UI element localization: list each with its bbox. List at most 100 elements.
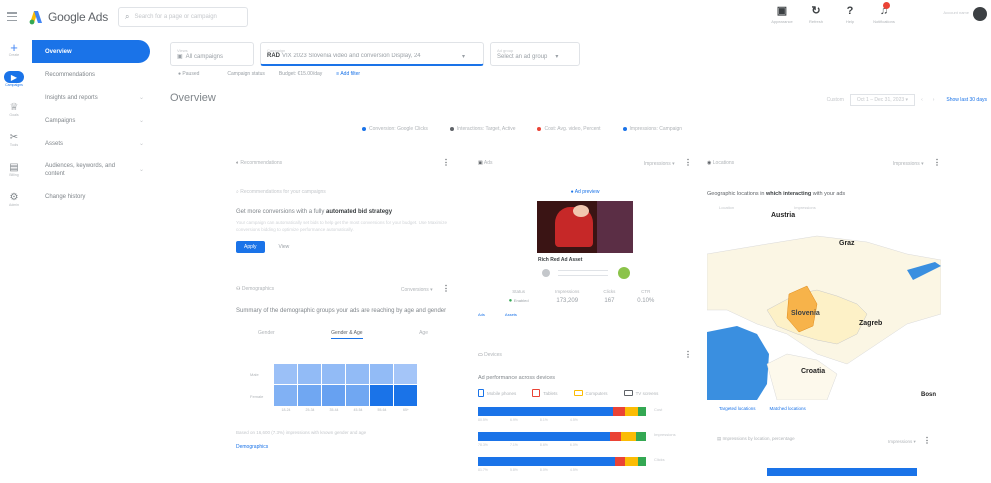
avatar[interactable] [973,7,987,21]
campaign-prefix: RAD [267,53,280,59]
legend-label: Mobile phones [487,390,517,396]
more-options-icon[interactable]: ⋮ [684,158,692,167]
rail-create[interactable]: + Create [0,36,28,62]
device-bar[interactable] [478,457,646,466]
demo-metric-dropdown[interactable]: Conversions ▾ ⋮ [401,284,450,293]
more-options-icon[interactable]: ⋮ [923,436,931,445]
prev-period-icon[interactable]: ‹ [921,97,923,103]
metric-chip[interactable]: Interactions: Target, Active [449,126,515,132]
status-filter[interactable]: Campaign status [227,71,265,77]
view-selector[interactable]: Views ▣ All campaigns [170,42,254,66]
targeted-locations-link[interactable]: Targeted locations [719,406,756,411]
device-bar-label: 6.9% [509,418,518,422]
search-input[interactable]: ⌕ Search for a page or campaign [118,7,248,27]
heatmap-cell[interactable] [394,385,417,406]
heatmap-cell[interactable] [274,364,297,384]
notifications-button[interactable]: ♫ Notifications [867,2,901,24]
heatmap-x-label: 25-34 [305,408,315,412]
nav-change-history[interactable]: Change history [32,185,150,208]
rail-admin[interactable]: ⚙ Admin [0,186,28,212]
appearance-label: Appearance [771,19,793,24]
device-header: Devices [484,351,502,358]
device-bar-note: Clicks [654,457,665,462]
show-last-period-link[interactable]: Show last 30 days [946,97,987,103]
refresh-button[interactable]: ↻ Refresh [799,4,833,24]
apply-button[interactable]: Apply [236,241,265,253]
menu-icon[interactable] [7,12,17,21]
heatmap-cell[interactable] [370,385,393,406]
thumb-shape [597,201,633,253]
heatmap-cell[interactable] [322,364,345,384]
nav-assets[interactable]: Assets ⌄ [32,132,150,155]
metric-chip[interactable]: Cost: Avg. video, Percent [537,126,601,132]
paused-filter[interactable]: ● Paused [178,71,213,77]
campaign-name: VIX 2023 Slovenia video and conversion D… [282,53,421,59]
device-bar-note: Impressions [654,432,676,437]
map-description: Geographic locations in which interactin… [707,191,941,197]
date-label: Custom [826,97,844,103]
rail-goals[interactable]: ♕ Goals [0,96,28,122]
heatmap-cell[interactable] [346,364,369,384]
demographics-card: ⚇ Demographics Conversions ▾ ⋮ Summary o… [236,284,450,452]
help-button[interactable]: ? Help [833,4,867,24]
device-bar[interactable] [478,407,646,416]
card-header: ▣ Ads Impressions ▾ ⋮ [478,158,692,167]
nav-overview[interactable]: Overview [32,40,150,63]
heatmap-x-label: 65+ [403,408,409,412]
demo-header: Demographics [241,285,275,292]
heatmap-cell[interactable] [370,364,393,384]
ad-preview-link[interactable]: ● Ad preview [478,189,692,195]
card-header: ⚇ Demographics Conversions ▾ ⋮ [236,284,450,293]
nav-audiences[interactable]: Audiences, keywords, and content ⌄ [32,155,150,185]
map-metric-dropdown[interactable]: Impressions ▾ ⋮ [893,158,941,167]
ad-header: Ads [483,159,493,166]
more-options-icon[interactable]: ⋮ [442,158,450,167]
ads-link[interactable]: Ads [478,312,485,317]
device-bar[interactable] [478,432,646,441]
tab-gender-age[interactable]: Gender & Age [331,330,363,339]
heatmap-cell[interactable] [298,364,321,384]
tab-age[interactable]: Age [419,330,428,339]
rail-billing[interactable]: ▤ Billing [0,156,28,182]
heatmap-cell[interactable] [274,385,297,406]
metric-chip[interactable]: Impressions: Campaign [622,126,682,132]
locations-card: ◉ Locations Impressions ▾ ⋮ Geographic l… [707,158,941,483]
heatmap-x-label: 35-44 [329,408,339,412]
campaign-selector[interactable]: Campaign RAD VIX 2023 Slovenia video and … [260,42,484,66]
more-options-icon[interactable]: ⋮ [933,158,941,167]
nav-label: Recommendations [45,71,96,78]
demographics-link[interactable]: Demographics [236,444,268,450]
ad-thumbnail[interactable] [537,201,633,253]
assets-link[interactable]: Assets [505,312,517,317]
view-button[interactable]: View [279,244,290,250]
nav-recommendations[interactable]: Recommendations [32,63,150,86]
heatmap-x-labels: 18-24 25-34 35-44 45-54 55-64 65+ [274,408,418,412]
matched-locations-link[interactable]: Matched locations [770,406,806,411]
account-name[interactable]: Account name [901,10,973,15]
device-bar-segment [624,457,639,466]
heatmap-cell[interactable] [346,385,369,406]
heatmap-cell[interactable] [298,385,321,406]
rail-tools[interactable]: ✂ Tools [0,126,28,152]
next-period-icon[interactable]: › [933,97,935,103]
table-header: Impressions [555,289,580,294]
rail-campaigns[interactable]: ▶ Campaigns [0,66,28,92]
map-select-dropdown[interactable]: Impressions ▾ ⋮ [888,436,931,445]
more-options-icon[interactable]: ⋮ [684,350,692,359]
nav-campaigns[interactable]: Campaigns ⌄ [32,109,150,132]
date-range-picker[interactable]: Oct 1 – Dec 31, 2023 ▾ [849,94,916,106]
ad-group-selector[interactable]: Ad group Select an ad group ▾ [490,42,580,66]
nav-label: Campaigns [45,117,76,124]
map-columns: Location Impressions [707,205,941,210]
google-ads-logo[interactable]: Google Ads [28,9,108,25]
nav-insights[interactable]: Insights and reports ⌄ [32,86,150,109]
budget-filter[interactable]: Budget: €15.00/day [279,71,322,77]
ad-metric-dropdown[interactable]: Impressions ▾ ⋮ [644,158,692,167]
metric-chip[interactable]: Conversion: Google Clicks [362,126,428,132]
tab-gender[interactable]: Gender [258,330,275,339]
heatmap-cell[interactable] [394,364,417,384]
heatmap-cell[interactable] [322,385,345,406]
add-filter-button[interactable]: ≡ Add filter [336,71,374,77]
appearance-button[interactable]: ▣ Appearance [765,4,799,24]
more-options-icon[interactable]: ⋮ [442,284,450,293]
